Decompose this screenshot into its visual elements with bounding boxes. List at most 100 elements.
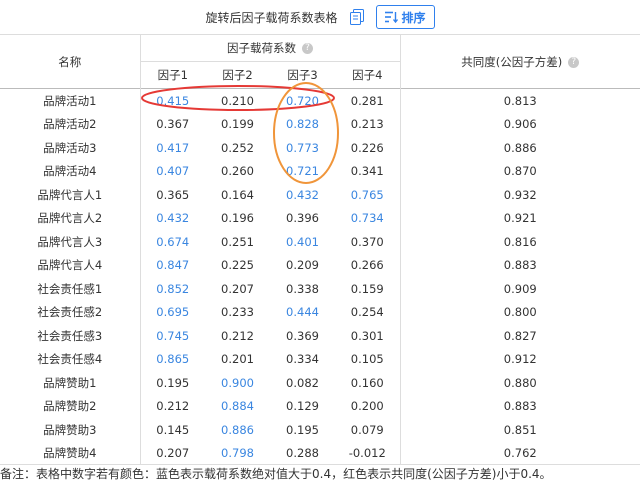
table-row: 社会责任感2 0.695 0.233 0.444 0.254 0.800 <box>0 300 640 324</box>
factor-3-value: 0.338 <box>286 281 319 296</box>
factor-2-value: 0.884 <box>221 399 254 414</box>
factor-3-value: 0.444 <box>286 305 319 320</box>
header-factor-loadings-label: 因子载荷系数 <box>227 41 296 55</box>
communality-value: 0.883 <box>399 253 640 277</box>
table-row: 品牌赞助3 0.145 0.886 0.195 0.079 0.851 <box>0 418 640 442</box>
table-row: 品牌活动1 0.415 0.210 0.720 0.281 0.813 <box>0 88 640 113</box>
factor-1-value: 0.432 <box>139 206 205 230</box>
factor-3-value: 0.396 <box>286 211 319 226</box>
table-row: 品牌代言人4 0.847 0.225 0.209 0.266 0.883 <box>0 253 640 277</box>
row-name: 品牌代言人2 <box>37 211 103 226</box>
factor-4-value: 0.266 <box>350 258 384 273</box>
factor-2-value: 0.210 <box>221 93 254 108</box>
factor-4-value: 0.254 <box>350 305 384 320</box>
header-factor: 因子4 <box>352 68 383 82</box>
copy-icon[interactable] <box>348 8 366 26</box>
header-communality-label: 共同度(公因子方差) <box>461 54 563 69</box>
header-factor: 因子3 <box>287 68 318 82</box>
factor-3-value: 0.773 <box>286 140 319 155</box>
row-name: 社会责任感4 <box>37 352 103 367</box>
sort-button[interactable]: 排序 <box>375 5 435 29</box>
factor-3-value: 0.720 <box>286 93 319 108</box>
factor-3-value: 0.334 <box>286 352 319 367</box>
table-row: 品牌活动3 0.417 0.252 0.773 0.226 0.886 <box>0 136 640 160</box>
factor-1-value: 0.195 <box>139 371 205 395</box>
communality-value: 0.932 <box>399 183 640 207</box>
factor-2-value: 0.886 <box>221 422 254 437</box>
row-name: 品牌代言人3 <box>37 234 103 249</box>
factor-4-value: 0.159 <box>350 281 384 296</box>
factor-3-value: 0.432 <box>286 187 319 202</box>
factor-2-value: 0.164 <box>221 187 254 202</box>
factor-1-value: 0.365 <box>139 183 205 207</box>
factor-3-value: 0.828 <box>286 117 319 132</box>
table-row: 品牌活动2 0.367 0.199 0.828 0.213 0.906 <box>0 112 640 136</box>
factor-3-value: 0.288 <box>286 446 319 461</box>
factor-2-value: 0.201 <box>221 352 254 367</box>
factor-1-value: 0.415 <box>139 88 205 113</box>
factor-3-value: 0.195 <box>286 422 319 437</box>
factor-3-value: 0.082 <box>286 375 319 390</box>
row-name: 品牌赞助4 <box>43 446 97 461</box>
factor-4-value: 0.281 <box>350 93 384 108</box>
table-row: 社会责任感4 0.865 0.201 0.334 0.105 0.912 <box>0 347 640 371</box>
communality-value: 0.762 <box>399 441 640 465</box>
factor-3-value: 0.209 <box>286 258 319 273</box>
communality-value: 0.870 <box>399 159 640 183</box>
factor-1-value: 0.212 <box>139 394 205 418</box>
factor-3-value: 0.401 <box>286 234 319 249</box>
factor-1-value: 0.207 <box>139 441 205 465</box>
table-row: 社会责任感3 0.745 0.212 0.369 0.301 0.827 <box>0 324 640 348</box>
communality-value: 0.909 <box>399 277 640 301</box>
table-row: 品牌代言人2 0.432 0.196 0.396 0.734 0.921 <box>0 206 640 230</box>
factor-4-value: 0.765 <box>350 187 384 202</box>
factor-1-value: 0.417 <box>139 136 205 160</box>
factor-4-value: 0.160 <box>350 375 384 390</box>
factor-4-value: 0.079 <box>350 422 384 437</box>
table-row: 品牌赞助2 0.212 0.884 0.129 0.200 0.883 <box>0 394 640 418</box>
communality-value: 0.886 <box>399 136 640 160</box>
communality-value: 0.883 <box>399 394 640 418</box>
factor-1-value: 0.865 <box>139 347 205 371</box>
table-row: 品牌代言人3 0.674 0.251 0.401 0.370 0.816 <box>0 230 640 254</box>
header-name: 名称 <box>58 54 82 69</box>
factor-2-value: 0.252 <box>221 140 254 155</box>
factor-1-value: 0.367 <box>139 112 205 136</box>
header-factor-loadings: 因子载荷系数? <box>139 34 400 62</box>
factor-4-value: 0.370 <box>350 234 384 249</box>
factor-4-value: 0.105 <box>350 352 384 367</box>
factor-1-value: 0.145 <box>139 418 205 442</box>
table-body: 品牌活动1 0.415 0.210 0.720 0.281 0.813 品牌活动2 0.367… <box>0 88 640 465</box>
factor-2-value: 0.196 <box>221 211 254 226</box>
factor-4-value: 0.226 <box>350 140 384 155</box>
factor-1-value: 0.847 <box>139 253 205 277</box>
row-name: 品牌赞助1 <box>43 375 97 390</box>
row-name: 品牌代言人1 <box>37 187 103 202</box>
row-name: 品牌代言人4 <box>37 258 103 273</box>
table-title: 旋转后因子载荷系数表格 <box>205 10 338 25</box>
factor-4-value: -0.012 <box>348 446 386 461</box>
help-icon[interactable]: ? <box>302 43 313 54</box>
communality-value: 0.827 <box>399 324 640 348</box>
help-icon[interactable]: ? <box>568 56 580 68</box>
factor-2-value: 0.207 <box>221 281 254 296</box>
row-name: 品牌活动3 <box>43 140 97 155</box>
factor-loading-table: 名称 因子载荷系数? 共同度(公因子方差)? 因子1 因子2 因子3 因子4 品… <box>0 34 640 465</box>
row-name: 品牌活动2 <box>43 117 97 132</box>
factor-4-value: 0.301 <box>350 328 384 343</box>
row-name: 社会责任感3 <box>37 328 103 343</box>
table-row: 品牌活动4 0.407 0.260 0.721 0.341 0.870 <box>0 159 640 183</box>
table-toolbar: 旋转后因子载荷系数表格 排序 <box>0 0 640 34</box>
factor-4-value: 0.213 <box>350 117 384 132</box>
row-name: 品牌赞助2 <box>43 399 97 414</box>
factor-4-value: 0.734 <box>350 211 384 226</box>
table-row: 品牌代言人1 0.365 0.164 0.432 0.765 0.932 <box>0 183 640 207</box>
row-name: 品牌赞助3 <box>43 422 97 437</box>
communality-value: 0.880 <box>399 371 640 395</box>
sort-list-icon <box>384 11 398 23</box>
factor-2-value: 0.900 <box>221 375 254 390</box>
header-factor: 因子1 <box>139 61 205 89</box>
sort-button-label: 排序 <box>401 10 426 25</box>
factor-3-value: 0.721 <box>286 164 319 179</box>
table-row: 品牌赞助1 0.195 0.900 0.082 0.160 0.880 <box>0 371 640 395</box>
